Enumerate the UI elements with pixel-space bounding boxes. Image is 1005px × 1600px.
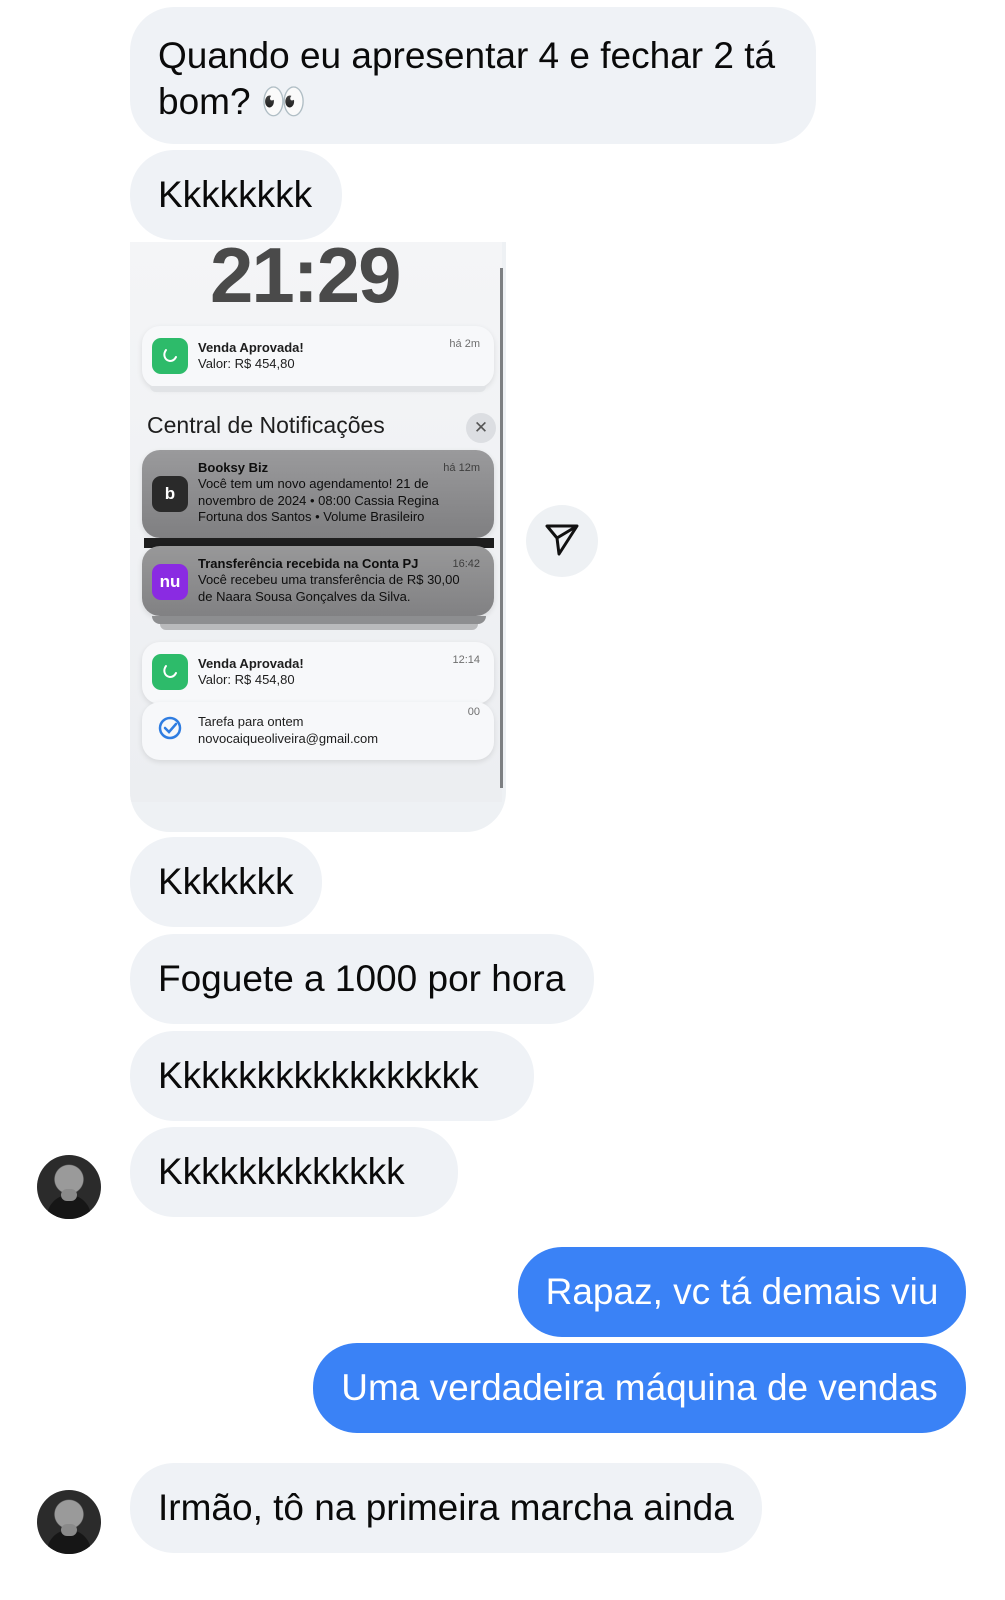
message-text: Kkkkkkkkkkkkkkkkk — [158, 1055, 479, 1096]
notification-body: Valor: R$ 454,80 — [198, 356, 295, 371]
message-bubble-incoming[interactable]: Kkkkkkkk — [130, 150, 342, 240]
phone-lockscreen: 21:29 Venda Aprovada! Valor: R$ 454,80 h… — [130, 242, 502, 802]
paper-plane-icon — [543, 520, 581, 563]
message-text: Rapaz, vc tá demais viu — [545, 1271, 939, 1312]
notification-body: Você recebeu uma transferência de R$ 30,… — [198, 572, 460, 605]
screenshot-edge — [500, 268, 503, 788]
notification-body-line: de Naara Sousa Gonçalves da Silva. — [198, 588, 411, 604]
sale-app-icon — [152, 654, 188, 690]
message-bubble-incoming[interactable]: Kkkkkkk — [130, 837, 322, 927]
booksy-icon: b — [152, 476, 188, 512]
notification-time: 00 — [467, 706, 480, 718]
notification-title: Venda Aprovada! — [198, 656, 304, 671]
notification-body-line: novembro de 2024 • 08:00 Cassia Regina — [198, 492, 439, 508]
message-text: Kkkkkkkk — [158, 174, 313, 215]
message-text: Irmão, tô na primeira marcha ainda — [158, 1487, 734, 1528]
lockscreen-clock: 21:29 — [210, 242, 401, 319]
message-bubble-incoming[interactable]: Quando eu apresentar 4 e fechar 2 tá bom… — [130, 7, 816, 144]
notification-body-line: Você recebeu uma transferência de R$ 30,… — [198, 572, 460, 587]
message-text: Foguete a 1000 por hora — [158, 958, 566, 999]
notification-title: Transferência recebida na Conta PJ — [198, 556, 419, 571]
message-text-line: bom? 👀 — [158, 81, 307, 122]
message-bubble-incoming[interactable]: Kkkkkkkkkkkkkkkkk — [130, 1031, 534, 1121]
notification-title: Venda Aprovada! — [198, 340, 304, 355]
message-bubble-incoming[interactable]: Irmão, tô na primeira marcha ainda — [130, 1463, 762, 1553]
notification-stack-shadow — [160, 624, 478, 630]
notification-time: 16:42 — [452, 558, 480, 570]
message-bubble-incoming[interactable]: Kkkkkkkkkkkkk — [130, 1127, 458, 1217]
notification-time: há 12m — [443, 462, 480, 474]
notification-body-line: Fortuna dos Santos • Volume Brasileiro — [198, 509, 425, 524]
notification-title: Booksy Biz — [198, 460, 269, 475]
message-text: Uma verdadeira máquina de vendas — [341, 1367, 938, 1408]
avatar[interactable] — [37, 1155, 101, 1219]
notification-stack-shadow — [152, 616, 486, 624]
message-bubble-outgoing[interactable]: Rapaz, vc tá demais viu — [518, 1247, 966, 1337]
sale-app-icon — [152, 338, 188, 374]
notification-body-line: Tarefa para ontem — [198, 714, 304, 729]
notification-stack-shadow — [150, 386, 486, 392]
message-text: Kkkkkkkkkkkkk — [158, 1151, 405, 1192]
notification-task: Tarefa para ontem novocaiqueoliveira@gma… — [142, 702, 494, 760]
notification-body-line: Você tem um novo agendamento! 21 de — [198, 476, 429, 491]
notification-body: Você tem um novo agendamento! 21 de nove… — [198, 476, 439, 526]
message-bubble-incoming[interactable]: Foguete a 1000 por hora — [130, 934, 594, 1024]
notification-time: há 2m — [449, 338, 480, 350]
notification-time: 12:14 — [452, 654, 480, 666]
notification-body: Tarefa para ontem novocaiqueoliveira@gma… — [198, 714, 378, 747]
notification-nubank: nu Transferência recebida na Conta PJ Vo… — [142, 546, 494, 616]
check-circle-icon — [158, 716, 182, 745]
close-icon: ✕ — [466, 413, 496, 443]
message-text: Kkkkkkk — [158, 861, 294, 902]
notification-booksy: b Booksy Biz Você tem um novo agendament… — [142, 450, 494, 538]
notification-center-title: Central de Notificações — [147, 412, 385, 438]
message-text-line: Quando eu apresentar 4 e fechar 2 tá — [158, 35, 776, 76]
notification-body: Valor: R$ 454,80 — [198, 672, 295, 687]
shared-screenshot[interactable]: 21:29 Venda Aprovada! Valor: R$ 454,80 h… — [130, 242, 506, 832]
notification-sale: Venda Aprovada! Valor: R$ 454,80 12:14 — [142, 642, 494, 704]
notification-sale: Venda Aprovada! Valor: R$ 454,80 há 2m — [142, 326, 494, 388]
share-button[interactable] — [526, 505, 598, 577]
notification-body-line: novocaiqueoliveira@gmail.com — [198, 730, 379, 746]
avatar[interactable] — [37, 1490, 101, 1554]
nubank-icon: nu — [152, 564, 188, 600]
message-bubble-outgoing[interactable]: Uma verdadeira máquina de vendas — [313, 1343, 966, 1433]
message-text: Quando eu apresentar 4 e fechar 2 tá bom… — [158, 33, 775, 125]
